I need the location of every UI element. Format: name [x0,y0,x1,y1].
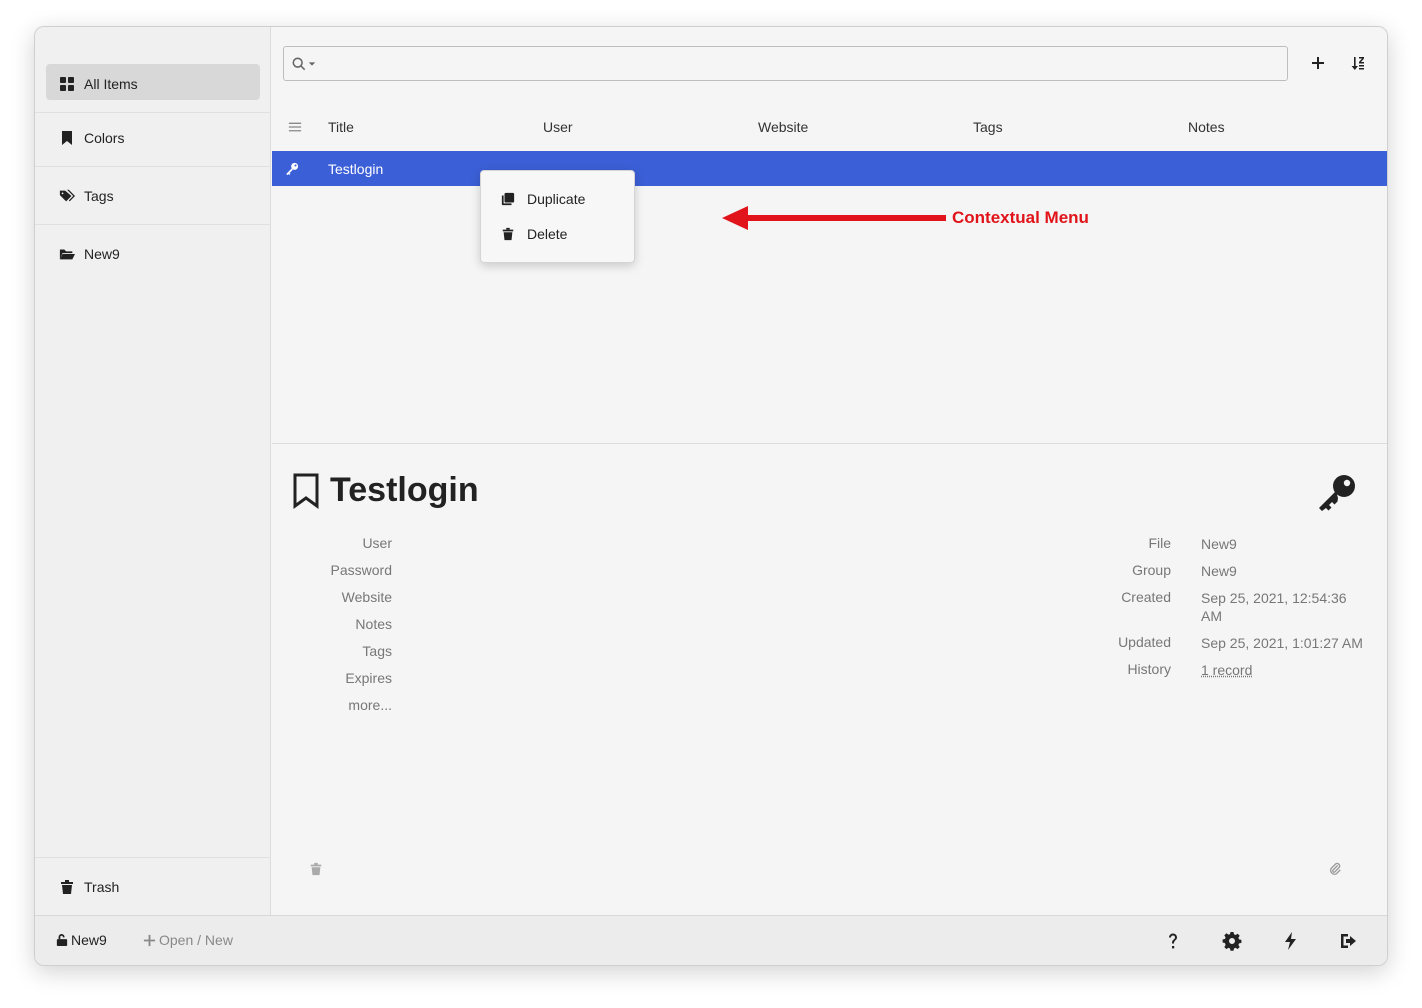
panel-divider [272,443,1387,444]
column-header-notes[interactable]: Notes [1188,115,1225,139]
tags-icon [59,189,75,201]
meta-label-group: Group [1132,562,1171,578]
field-label-notes[interactable]: Notes [272,616,392,632]
app-window: All Items Colors Tags New9 Trash Title U… [34,26,1388,966]
paperclip-icon[interactable] [1328,862,1342,876]
menu-item-duplicate[interactable]: Duplicate [501,187,585,211]
grid-icon [60,76,74,91]
sort-button[interactable] [1346,51,1370,75]
trash-icon [61,879,73,894]
detail-title[interactable]: Testlogin [330,471,479,510]
sidebar-item-all-items[interactable]: All Items [35,55,271,113]
folder-open-icon [59,249,75,260]
menu-item-label: Delete [527,226,568,242]
column-header-website[interactable]: Website [758,115,808,139]
meta-value-group[interactable]: New9 [1201,562,1371,580]
sidebar-item-label: New9 [84,246,120,262]
meta-value-updated: Sep 25, 2021, 1:01:27 AM [1201,635,1363,651]
sidebar-item-new9[interactable]: New9 [35,225,271,283]
lightning-icon [1285,932,1296,950]
unlock-icon [56,934,68,946]
bookmark-icon [62,130,72,145]
arrow-left-icon [722,206,946,230]
plus-icon [143,934,156,946]
field-label-website[interactable]: Website [272,589,392,605]
row-title: Testlogin [328,160,384,177]
search-icon[interactable] [292,57,306,71]
menu-item-delete[interactable]: Delete [501,222,567,246]
menu-item-label: Duplicate [527,191,586,207]
meta-value-file: New9 [1201,536,1237,552]
sort-icon [1351,57,1364,70]
detail-header: Testlogin [292,471,479,510]
lock-exit-button[interactable] [1336,928,1362,954]
search-input[interactable] [322,48,1287,79]
field-label-user[interactable]: User [272,535,392,551]
meta-label-file: File [1148,535,1171,551]
trash-icon [502,227,514,241]
meta-label-created: Created [1121,589,1171,605]
sidebar-item-label: Tags [84,187,114,204]
field-label-expires[interactable]: Expires [272,670,392,686]
sidebar-item-colors[interactable]: Colors [35,109,271,167]
sign-out-icon [1341,934,1356,948]
open-new-button[interactable]: Open / New [143,932,233,948]
sidebar-item-trash[interactable]: Trash [35,857,271,915]
main-panel: Title User Website Tags Notes Testlogin … [272,27,1387,915]
history-link[interactable]: 1 record [1201,661,1252,679]
field-label-tags[interactable]: Tags [272,643,392,659]
generator-button[interactable] [1278,928,1304,954]
column-header-tags[interactable]: Tags [973,115,1003,139]
search-bar[interactable] [283,46,1288,81]
column-header-title[interactable]: Title [328,115,354,139]
settings-button[interactable] [1219,928,1245,954]
sidebar-item-label: All Items [84,75,138,92]
open-new-label: Open / New [159,932,233,948]
annotation-callout: Contextual Menu [722,205,1089,231]
plus-icon [1312,57,1324,69]
sidebar-item-tags[interactable]: Tags [35,167,271,225]
field-label-password[interactable]: Password [272,562,392,578]
annotation-label: Contextual Menu [952,208,1089,227]
copy-icon [501,192,515,206]
settings-icon [1222,932,1242,951]
footer-bar: New9 Open / New [35,915,1387,965]
sidebar-item-label: Colors [84,129,125,146]
open-file-new9[interactable]: New9 [56,932,107,948]
help-icon [1169,933,1177,949]
sidebar: All Items Colors Tags New9 Trash [35,27,271,915]
file-label: New9 [71,932,107,948]
column-header-user[interactable]: User [543,115,573,139]
table-row[interactable]: Testlogin [272,151,1387,186]
meta-label-history: History [1127,661,1171,677]
chevron-down-icon[interactable] [308,60,316,68]
add-item-button[interactable] [1306,51,1330,75]
hamburger-icon [288,122,302,132]
meta-label-updated: Updated [1118,634,1171,650]
bookmark-outline-icon[interactable] [292,473,320,509]
trash-icon[interactable] [309,862,323,876]
more-fields-link[interactable]: more... [272,697,392,713]
meta-value-created: Sep 25, 2021, 12:54:36 AM [1201,590,1347,624]
key-icon[interactable] [1317,473,1357,513]
sidebar-item-label: Trash [84,878,120,895]
key-icon [286,162,299,175]
context-menu: Duplicate Delete [480,170,635,263]
column-options-button[interactable] [288,115,302,139]
help-button[interactable] [1160,928,1186,954]
